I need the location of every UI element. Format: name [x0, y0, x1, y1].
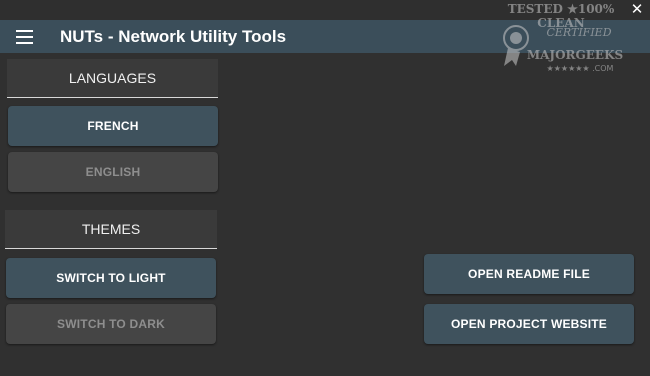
- themes-header: THEMES: [5, 210, 217, 249]
- open-readme-button[interactable]: OPEN README FILE: [424, 254, 634, 294]
- switch-to-dark-button[interactable]: SWITCH TO DARK: [6, 304, 216, 344]
- languages-header: LANGUAGES: [7, 59, 218, 98]
- window-title-strip: ✕: [0, 0, 650, 20]
- app-title: NUTs - Network Utility Tools: [60, 27, 287, 46]
- app-window: ✕ NUTs - Network Utility Tools TESTED ★1…: [0, 0, 650, 376]
- app-bar: NUTs - Network Utility Tools: [0, 20, 650, 53]
- watermark-stars-text: ★★★★★★ .COM: [546, 64, 614, 73]
- switch-to-light-button[interactable]: SWITCH TO LIGHT: [6, 258, 216, 298]
- open-website-button[interactable]: OPEN PROJECT WEBSITE: [424, 304, 634, 344]
- hamburger-menu-icon[interactable]: [15, 28, 35, 46]
- french-language-button[interactable]: FRENCH: [8, 106, 218, 146]
- english-language-button[interactable]: ENGLISH: [8, 152, 218, 192]
- close-icon[interactable]: ✕: [628, 1, 646, 19]
